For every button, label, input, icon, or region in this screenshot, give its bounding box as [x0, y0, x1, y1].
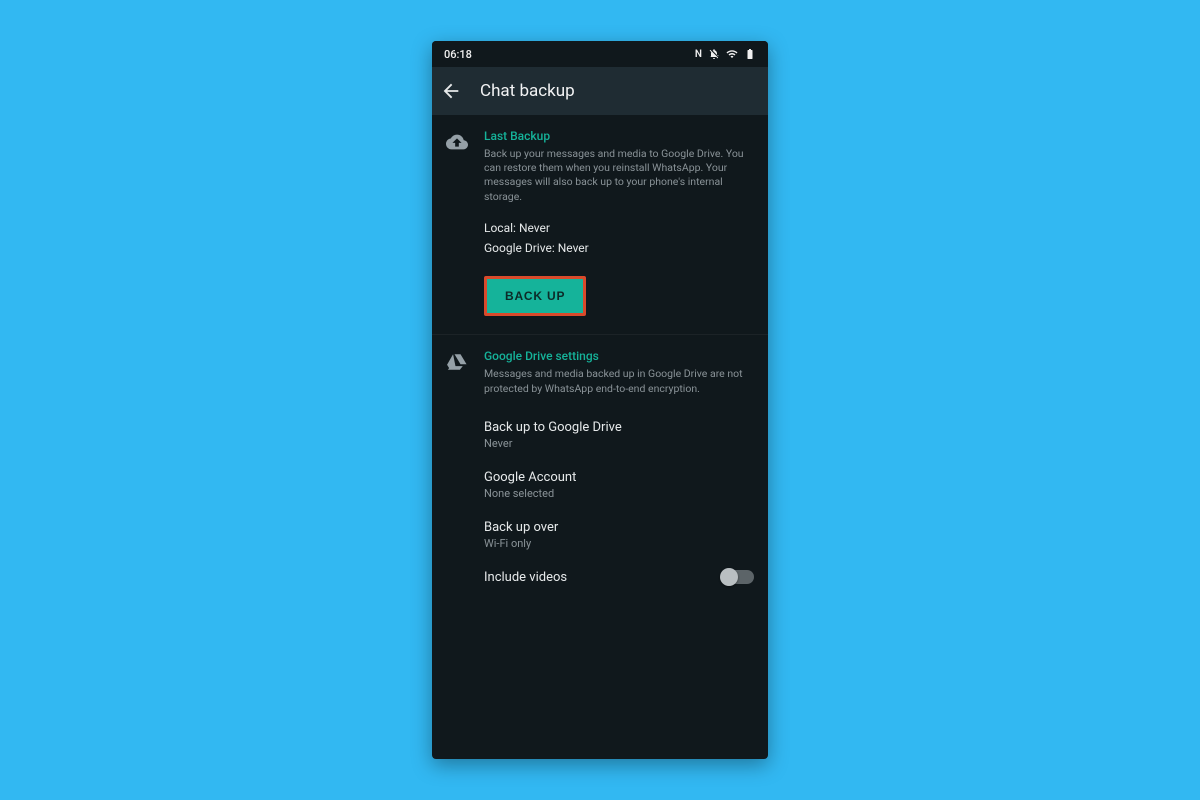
drive-backup-value: Never [558, 241, 589, 255]
last-backup-section: Last Backup Back up your messages and me… [432, 115, 768, 335]
app-bar: Chat backup [432, 67, 768, 115]
battery-icon [744, 48, 756, 60]
local-backup-value: Never [519, 221, 550, 235]
google-account-value: None selected [484, 487, 576, 500]
local-backup-row: Local: Never [484, 218, 754, 238]
include-videos-switch[interactable] [722, 570, 754, 584]
drive-backup-row: Google Drive: Never [484, 238, 754, 258]
backup-over-value: Wi-Fi only [484, 537, 558, 550]
gdrive-description: Messages and media backed up in Google D… [484, 367, 754, 395]
backup-over-row[interactable]: Back up over Wi-Fi only [484, 510, 754, 560]
last-backup-heading: Last Backup [484, 129, 754, 143]
backup-frequency-row[interactable]: Back up to Google Drive Never [484, 410, 754, 460]
include-videos-row[interactable]: Include videos [484, 560, 754, 595]
google-account-label: Google Account [484, 470, 576, 485]
backup-frequency-label: Back up to Google Drive [484, 420, 622, 435]
local-backup-label: Local: [484, 221, 516, 235]
status-time: 06:18 [444, 48, 472, 61]
phone-frame: 06:18 N Chat backup Last Backup Back up … [432, 41, 768, 759]
include-videos-label: Include videos [484, 570, 567, 585]
status-icons: N [695, 48, 756, 60]
backup-frequency-value: Never [484, 437, 622, 450]
backup-button-highlight: BACK UP [484, 276, 586, 316]
drive-backup-label: Google Drive: [484, 241, 555, 255]
cloud-upload-icon [446, 131, 468, 316]
google-account-row[interactable]: Google Account None selected [484, 460, 754, 510]
page-title: Chat backup [480, 81, 575, 101]
wifi-icon [726, 48, 738, 60]
gdrive-heading: Google Drive settings [484, 349, 754, 363]
settings-content: Last Backup Back up your messages and me… [432, 115, 768, 759]
last-backup-description: Back up your messages and media to Googl… [484, 147, 754, 204]
backup-over-label: Back up over [484, 520, 558, 535]
google-drive-icon [446, 351, 468, 594]
gdrive-settings-section: Google Drive settings Messages and media… [432, 335, 768, 612]
notifications-off-icon [708, 48, 720, 60]
backup-button[interactable]: BACK UP [487, 279, 583, 313]
back-arrow-icon[interactable] [440, 80, 462, 102]
status-bar: 06:18 N [432, 41, 768, 67]
nfc-icon: N [695, 49, 702, 60]
